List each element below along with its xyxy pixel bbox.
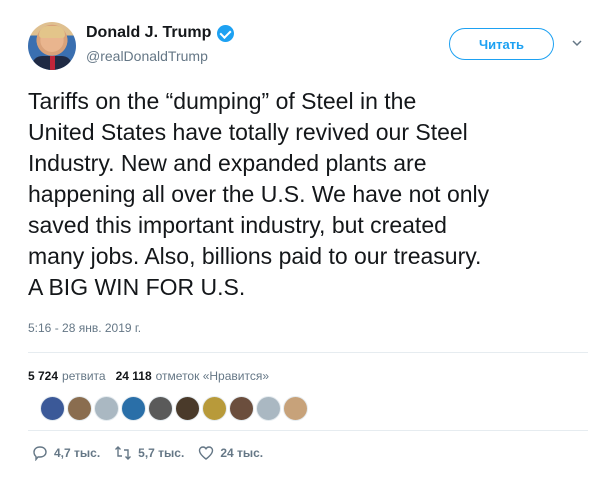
display-name[interactable]: Donald J. Trump xyxy=(86,24,211,42)
tweet-line: United States have totally revived our S… xyxy=(28,119,468,145)
liker-avatar[interactable] xyxy=(229,396,254,421)
retweets-label[interactable]: ретвита xyxy=(62,369,106,383)
retweet-button[interactable]: 5,7 тыс. xyxy=(114,445,184,461)
tweet-line: many jobs. Also, billions paid to our tr… xyxy=(28,243,482,269)
divider xyxy=(28,352,588,353)
avatar[interactable] xyxy=(28,22,76,70)
liker-avatar[interactable] xyxy=(202,396,227,421)
heart-icon xyxy=(199,446,214,460)
chevron-down-icon[interactable] xyxy=(572,38,582,48)
tweet-line: happening all over the U.S. We have not … xyxy=(28,181,490,207)
tweet-timestamp[interactable]: 5:16 - 28 янв. 2019 г. xyxy=(28,321,141,335)
user-names: Donald J. Trump @realDonaldTrump xyxy=(86,24,235,64)
liker-avatar[interactable] xyxy=(67,396,92,421)
divider xyxy=(28,430,588,431)
liker-avatars xyxy=(40,396,310,421)
follow-button[interactable]: Читать xyxy=(449,28,554,60)
tweet-actions: 4,7 тыс. 5,7 тыс. 24 тыс. xyxy=(32,445,277,461)
tweet-stats: 5 724 ретвита 24 118 отметок «Нравится» xyxy=(28,369,269,383)
likes-label[interactable]: отметок «Нравится» xyxy=(156,369,269,383)
like-count: 24 тыс. xyxy=(220,446,264,460)
tweet-line: saved this important industry, but creat… xyxy=(28,212,447,238)
display-name-row[interactable]: Donald J. Trump xyxy=(86,24,235,42)
avatar-tie xyxy=(50,56,55,70)
tweet-line: Industry. New and expanded plants are xyxy=(28,150,427,176)
tweet-text: Tariffs on the “dumping” of Steel in the… xyxy=(28,86,588,303)
reply-icon xyxy=(33,446,47,461)
liker-avatar[interactable] xyxy=(40,396,65,421)
liker-avatar[interactable] xyxy=(94,396,119,421)
retweet-count: 5,7 тыс. xyxy=(138,446,185,460)
tweet-line: Tariffs on the “dumping” of Steel in the xyxy=(28,88,417,114)
likes-count[interactable]: 24 118 xyxy=(116,369,152,383)
avatar-hair xyxy=(39,26,65,38)
liker-avatar[interactable] xyxy=(256,396,281,421)
retweets-count[interactable]: 5 724 xyxy=(28,369,58,383)
liker-avatar[interactable] xyxy=(148,396,173,421)
like-button[interactable]: 24 тыс. xyxy=(198,445,263,461)
liker-avatar[interactable] xyxy=(175,396,200,421)
retweet-icon xyxy=(115,446,132,460)
user-handle[interactable]: @realDonaldTrump xyxy=(86,48,234,64)
reply-button[interactable]: 4,7 тыс. xyxy=(32,445,100,461)
tweet-header: Donald J. Trump @realDonaldTrump Читать xyxy=(28,22,588,74)
reply-count: 4,7 тыс. xyxy=(54,446,101,460)
verified-badge-icon xyxy=(217,24,235,42)
liker-avatar[interactable] xyxy=(283,396,308,421)
tweet-line: A BIG WIN FOR U.S. xyxy=(28,274,246,300)
liker-avatar[interactable] xyxy=(121,396,146,421)
